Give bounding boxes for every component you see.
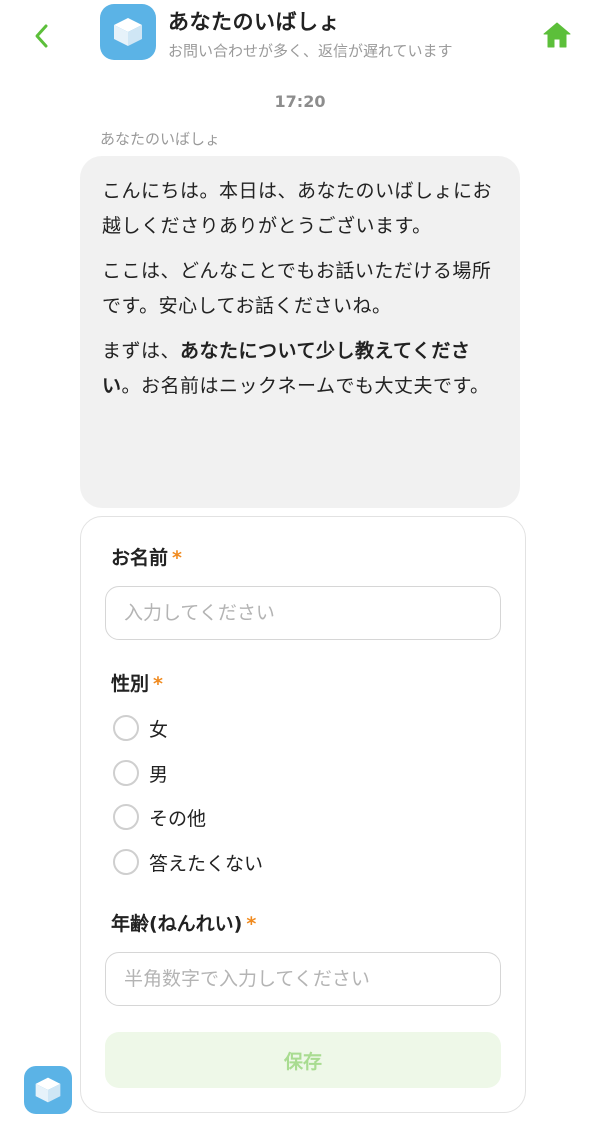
required-mark: *: [172, 547, 182, 569]
age-label: 年齢(ねんれい) *: [111, 909, 256, 936]
assistant-avatar-button[interactable]: [24, 1066, 72, 1114]
profile-form: お名前* 性別* 女 男 その他 答えたくない 年齢(ねんれい)* 保存: [80, 516, 526, 1113]
radio-label: 男: [149, 763, 169, 786]
age-label-text: 年齢(ねんれい): [111, 913, 243, 935]
radio-button[interactable]: [113, 804, 139, 830]
message-bubble: こんにちは。本日は、あなたのいばしょにお越しくださりありがとうございます。 ここ…: [80, 156, 520, 508]
back-button[interactable]: [26, 20, 58, 52]
radio-label: 女: [149, 718, 169, 741]
gender-option-no-answer[interactable]: 答えたくない: [113, 847, 263, 877]
avatar: [100, 4, 156, 60]
gender-option-other[interactable]: その他: [113, 802, 206, 832]
name-label-text: お名前: [111, 547, 169, 569]
sender-name: あなたのいばしょ: [100, 130, 221, 148]
gender-option-female[interactable]: 女: [113, 713, 168, 743]
message-timestamp: 17:20: [274, 92, 326, 111]
message-paragraph: こんにちは。本日は、あなたのいばしょにお越しくださりありがとうございます。: [102, 180, 493, 237]
chat-title: あなたのいばしょ: [168, 10, 340, 34]
gender-label: 性別 *: [111, 669, 163, 696]
name-input[interactable]: [105, 586, 501, 640]
gender-label-text: 性別: [111, 673, 150, 695]
chevron-left-icon: [35, 24, 48, 48]
cube-icon: [35, 1077, 61, 1103]
name-label: お名前 *: [111, 543, 182, 570]
home-icon: [543, 22, 571, 48]
message-text: まずは、: [102, 340, 181, 362]
gender-option-male[interactable]: 男: [113, 758, 168, 788]
radio-label: 答えたくない: [149, 852, 264, 875]
chat-status-text: お問い合わせが多く、返信が遅れています: [168, 42, 453, 60]
save-button[interactable]: 保存: [105, 1032, 501, 1088]
radio-button[interactable]: [113, 760, 139, 786]
age-input[interactable]: [105, 952, 501, 1006]
cube-icon: [114, 18, 142, 46]
message-paragraph: ここは、どんなことでもお話いただける場所です。安心してお話くださいね。: [102, 260, 492, 317]
radio-button[interactable]: [113, 849, 139, 875]
required-mark: *: [153, 673, 163, 695]
required-mark: *: [246, 913, 257, 935]
chat-header: あなたのいばしょ お問い合わせが多く、返信が遅れています: [0, 0, 600, 72]
radio-button[interactable]: [113, 715, 139, 741]
home-button[interactable]: [540, 18, 574, 52]
radio-label: その他: [149, 807, 207, 830]
message-text: 。お名前はニックネームでも大丈夫です。: [121, 375, 490, 397]
message-paragraph: まずは、あなたについて少し教えてください。お名前はニックネームでも大丈夫です。: [102, 334, 498, 404]
